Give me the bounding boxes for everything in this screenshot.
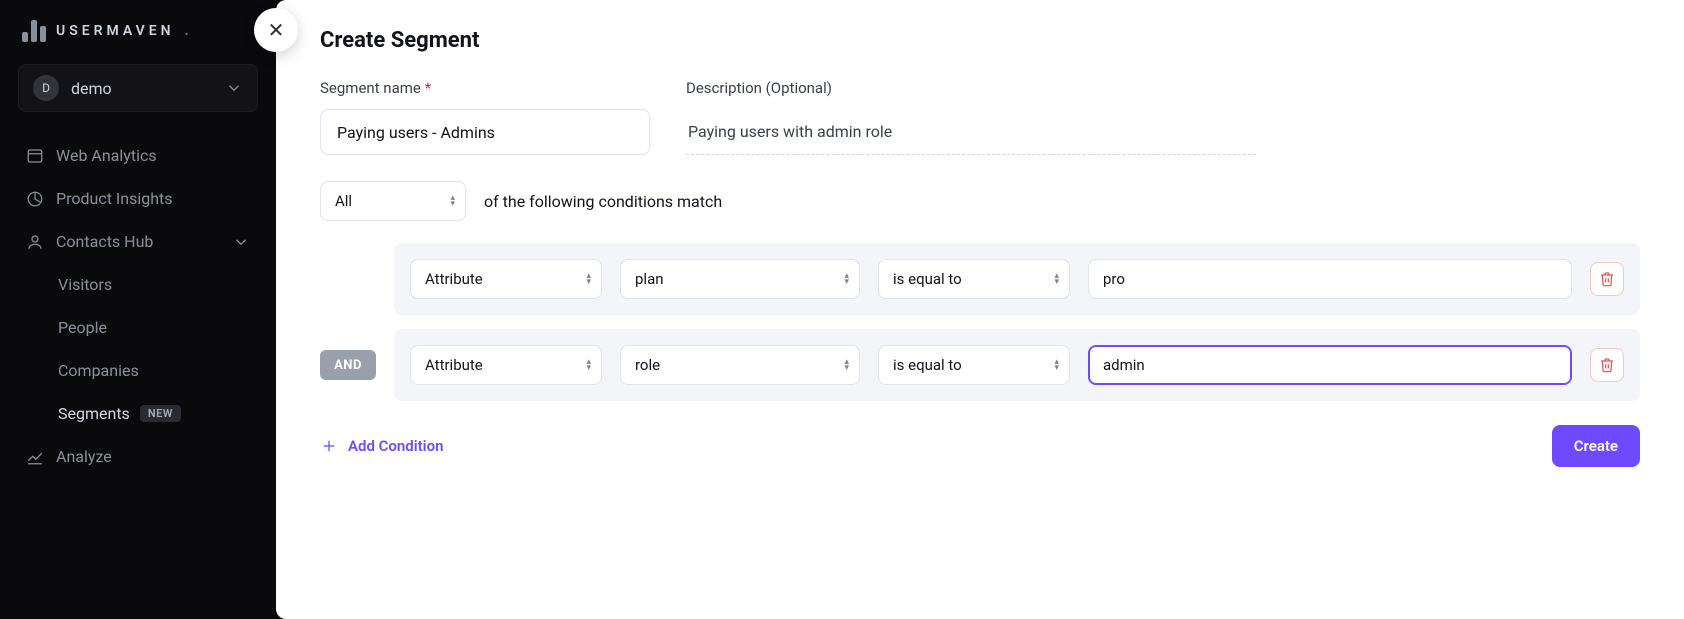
delete-condition-button[interactable] xyxy=(1590,262,1624,296)
nav-list-2: Analyze xyxy=(18,435,258,478)
condition-row: AND Attribute ▴▾ role ▴▾ is equal to ▴▾ xyxy=(320,329,1640,401)
chevron-down-icon xyxy=(232,233,250,251)
add-condition-label: Add Condition xyxy=(348,437,443,455)
select-caret-icon: ▴▾ xyxy=(844,359,849,371)
nav-contacts-sub: Visitors People Companies Segments NEW xyxy=(18,263,258,435)
condition-type-select[interactable]: Attribute ▴▾ xyxy=(410,345,602,385)
chevron-down-icon xyxy=(225,79,243,97)
segment-name-label: Segment name * xyxy=(320,79,650,97)
condition-row: Attribute ▴▾ plan ▴▾ is equal to ▴▾ xyxy=(320,243,1640,315)
subnav-people[interactable]: People xyxy=(50,306,258,349)
delete-condition-button[interactable] xyxy=(1590,348,1624,382)
workspace-name: demo xyxy=(71,79,225,98)
brand-name: USERMAVEN xyxy=(56,23,175,39)
window-icon xyxy=(26,147,44,165)
close-icon: ✕ xyxy=(268,18,285,42)
nav-web-analytics[interactable]: Web Analytics xyxy=(18,134,258,177)
and-pill: AND xyxy=(320,350,376,380)
condition-operator-select[interactable]: is equal to ▴▾ xyxy=(878,259,1070,299)
condition-field-select[interactable]: role ▴▾ xyxy=(620,345,860,385)
description-field: Description (Optional) xyxy=(686,79,1256,155)
condition-field-select[interactable]: plan ▴▾ xyxy=(620,259,860,299)
pie-icon xyxy=(26,190,44,208)
nav-label: Contacts Hub xyxy=(56,232,153,251)
condition-operator-select-value: is equal to xyxy=(893,270,962,288)
close-button[interactable]: ✕ xyxy=(254,8,298,52)
segment-name-field: Segment name * xyxy=(320,79,650,155)
condition-field-select-value: role xyxy=(635,356,660,374)
user-icon xyxy=(26,233,44,251)
select-caret-icon: ▴▾ xyxy=(1054,273,1059,285)
match-text: of the following conditions match xyxy=(484,192,722,211)
select-caret-icon: ▴▾ xyxy=(586,359,591,371)
new-badge: NEW xyxy=(140,405,181,422)
nav-product-insights[interactable]: Product Insights xyxy=(18,177,258,220)
brand-dot: . xyxy=(185,23,193,39)
subnav-visitors[interactable]: Visitors xyxy=(50,263,258,306)
brand: USERMAVEN. xyxy=(18,20,258,42)
nav-label: Product Insights xyxy=(56,189,173,208)
description-label: Description (Optional) xyxy=(686,79,1256,97)
segment-name-input[interactable] xyxy=(320,109,650,155)
subnav-label: Companies xyxy=(58,361,139,380)
required-indicator: * xyxy=(425,79,431,97)
condition-card: Attribute ▴▾ role ▴▾ is equal to ▴▾ xyxy=(394,329,1640,401)
match-mode-value: All xyxy=(335,192,352,210)
subnav-label: Segments xyxy=(58,404,130,423)
subnav-segments[interactable]: Segments NEW xyxy=(50,392,258,435)
workspace-selector[interactable]: D demo xyxy=(18,64,258,112)
sidebar: USERMAVEN. D demo Web Analytics Product … xyxy=(0,0,276,619)
condition-card: Attribute ▴▾ plan ▴▾ is equal to ▴▾ xyxy=(394,243,1640,315)
condition-field-select-value: plan xyxy=(635,270,664,288)
select-caret-icon: ▴▾ xyxy=(586,273,591,285)
select-caret-icon: ▴▾ xyxy=(1054,359,1059,371)
condition-value-input[interactable] xyxy=(1088,345,1572,385)
create-segment-panel: ✕ Create Segment Segment name * Descript… xyxy=(276,0,1684,619)
condition-type-select-value: Attribute xyxy=(425,356,483,374)
nav-analyze[interactable]: Analyze xyxy=(18,435,258,478)
subnav-companies[interactable]: Companies xyxy=(50,349,258,392)
match-mode-select[interactable]: All ▴▾ xyxy=(320,181,466,221)
workspace-avatar: D xyxy=(33,75,59,101)
condition-value-input[interactable] xyxy=(1088,259,1572,299)
subnav-label: Visitors xyxy=(58,275,112,294)
nav-label: Analyze xyxy=(56,447,112,466)
nav-list: Web Analytics Product Insights Contacts … xyxy=(18,134,258,263)
create-button[interactable]: Create xyxy=(1552,425,1640,467)
plus-icon xyxy=(320,437,338,455)
nav-label: Web Analytics xyxy=(56,146,157,165)
panel-title: Create Segment xyxy=(320,28,1640,53)
condition-type-select[interactable]: Attribute ▴▾ xyxy=(410,259,602,299)
condition-operator-select[interactable]: is equal to ▴▾ xyxy=(878,345,1070,385)
description-input[interactable] xyxy=(686,109,1256,155)
subnav-label: People xyxy=(58,318,107,337)
select-caret-icon: ▴▾ xyxy=(450,195,455,207)
chart-icon xyxy=(26,448,44,466)
nav-contacts-hub[interactable]: Contacts Hub xyxy=(18,220,258,263)
add-condition-button[interactable]: Add Condition xyxy=(320,437,443,455)
conditions-list: Attribute ▴▾ plan ▴▾ is equal to ▴▾ AND Attribu… xyxy=(320,243,1640,401)
condition-type-select-value: Attribute xyxy=(425,270,483,288)
brand-logo xyxy=(22,20,46,42)
select-caret-icon: ▴▾ xyxy=(844,273,849,285)
condition-operator-select-value: is equal to xyxy=(893,356,962,374)
